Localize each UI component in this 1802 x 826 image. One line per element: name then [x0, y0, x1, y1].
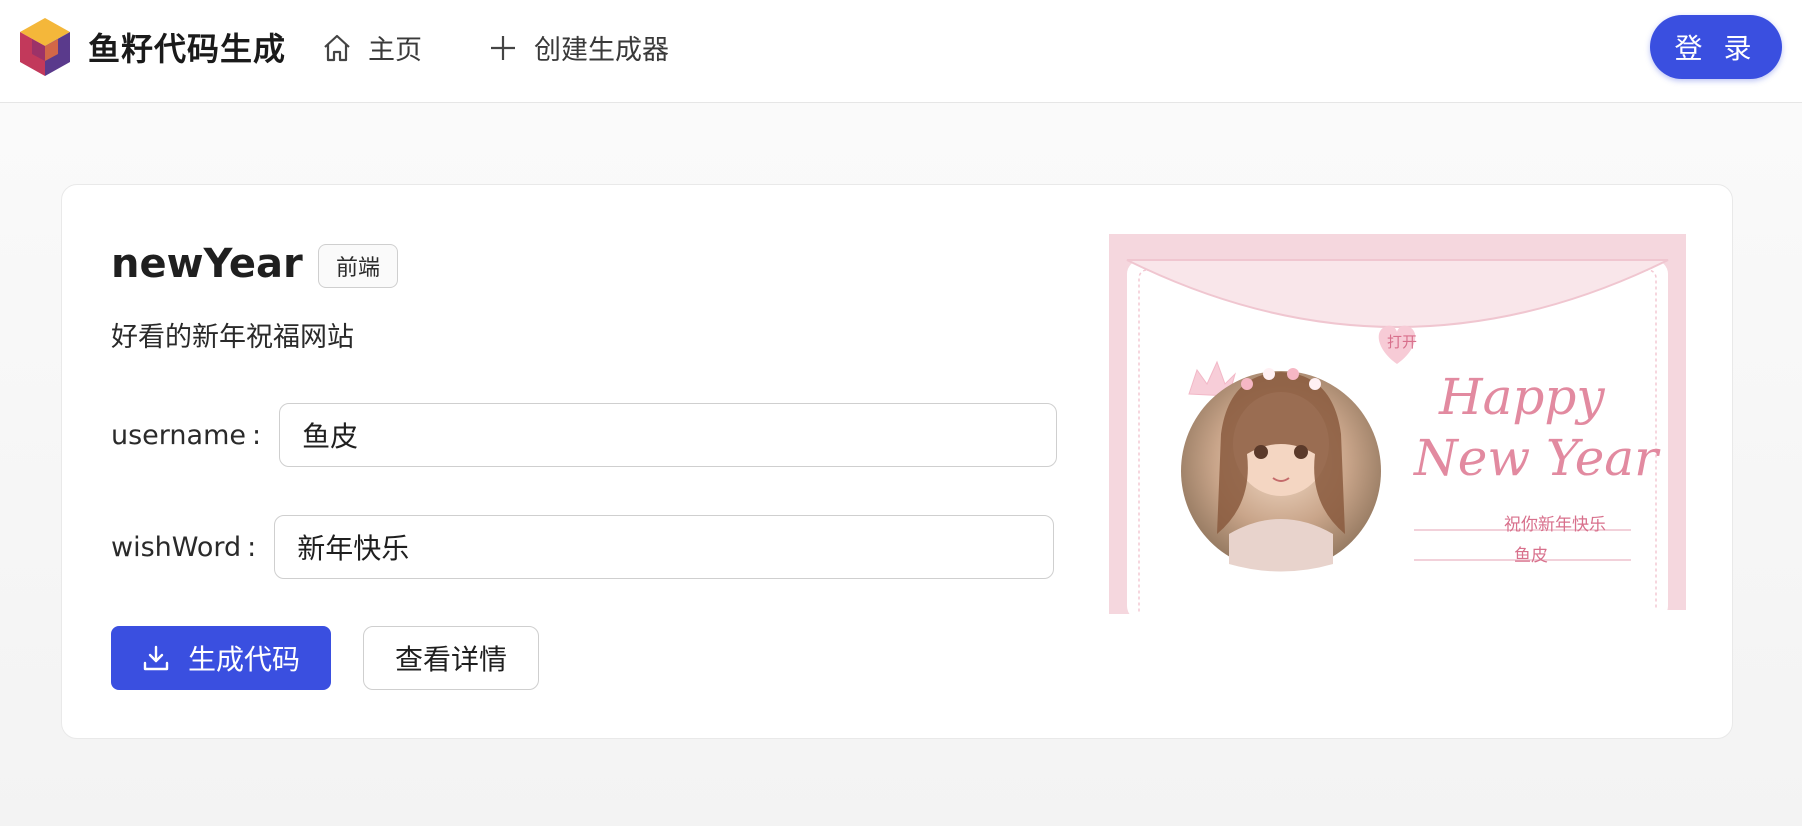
download-icon [143, 645, 169, 671]
home-icon [324, 34, 350, 61]
preview-happy-text: Happy [1439, 368, 1605, 426]
generator-tag: 前端 [318, 244, 398, 288]
preview-wish-text: 祝你新年快乐 [1504, 515, 1606, 535]
generator-name: newYear [111, 241, 303, 287]
plus-icon [491, 35, 515, 60]
wishword-input[interactable] [274, 515, 1055, 579]
preview-newyear-text: New Year [1414, 429, 1658, 487]
generator-description: 好看的新年祝福网站 [111, 322, 354, 353]
site-title: 鱼籽代码生成 [88, 30, 287, 68]
nav-create-label: 创建生成器 [534, 35, 669, 66]
logo-cube-icon [20, 18, 70, 76]
generate-code-label: 生成代码 [187, 643, 300, 676]
generator-card: newYear 前端 好看的新年祝福网站 username: wishWord:… [61, 184, 1733, 739]
form-row-username: username: [111, 403, 1058, 467]
nav-create-generator[interactable]: 创建生成器 [488, 28, 669, 67]
generator-preview-image: 打开 Happy New Year 祝你新年快乐 鱼皮 [1109, 234, 1686, 614]
form-row-wishword: wishWord: [111, 515, 1055, 579]
username-input[interactable] [279, 403, 1058, 467]
nav-home[interactable]: 主页 [322, 28, 422, 67]
field-label-username: username: [111, 419, 262, 451]
brand[interactable]: 鱼籽代码生成 [18, 16, 286, 78]
top-navbar: 鱼籽代码生成 主页 创建生成器 登 录 [0, 0, 1802, 103]
preview-name-text: 鱼皮 [1514, 546, 1548, 566]
view-details-button[interactable]: 查看详情 [363, 626, 539, 690]
nav-home-label: 主页 [368, 35, 422, 66]
field-label-wishword: wishWord: [111, 531, 257, 563]
login-button[interactable]: 登 录 [1650, 15, 1782, 79]
generate-code-button[interactable]: 生成代码 [111, 626, 331, 690]
preview-open-text: 打开 [1387, 333, 1418, 351]
